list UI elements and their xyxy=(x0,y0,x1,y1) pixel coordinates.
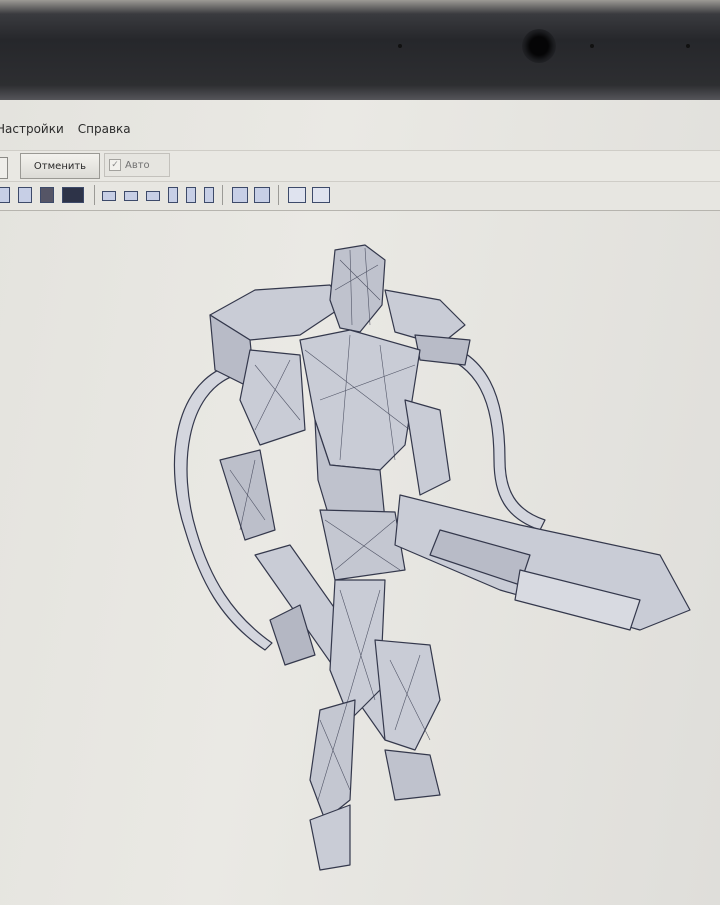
align-middle-icon[interactable] xyxy=(186,187,196,203)
align-top-icon[interactable] xyxy=(168,187,178,203)
toolbar-separator xyxy=(94,185,95,205)
toolbar-button-partial[interactable] xyxy=(0,157,8,179)
robot-wireframe-model xyxy=(173,244,691,871)
new-page-icon[interactable] xyxy=(18,187,32,203)
align-right-icon[interactable] xyxy=(146,191,160,201)
app-window: Настройки Справка Отменить ✓ Авто xyxy=(0,100,720,905)
menu-help[interactable]: Справка xyxy=(78,122,131,144)
toolbar-separator xyxy=(222,185,223,205)
align-center-icon[interactable] xyxy=(124,191,138,201)
group-icon[interactable] xyxy=(232,187,248,203)
model-viewport[interactable] xyxy=(0,212,720,905)
monitor-bezel xyxy=(0,0,720,100)
align-left-icon[interactable] xyxy=(102,191,116,201)
select-all-icon[interactable] xyxy=(312,187,330,203)
webcam xyxy=(522,29,556,63)
save-icon[interactable] xyxy=(40,187,54,203)
toolbar-separator xyxy=(278,185,279,205)
mic-hole xyxy=(398,44,402,48)
menu-bar: Настройки Справка xyxy=(0,122,720,144)
ungroup-icon[interactable] xyxy=(254,187,270,203)
menu-settings[interactable]: Настройки xyxy=(0,122,64,144)
auto-label: Авто xyxy=(125,159,150,171)
page-icon[interactable] xyxy=(0,187,10,203)
mic-hole xyxy=(686,44,690,48)
mic-hole xyxy=(590,44,594,48)
checkmark-icon: ✓ xyxy=(109,159,121,171)
align-bottom-icon[interactable] xyxy=(204,187,214,203)
fit-icon[interactable] xyxy=(288,187,306,203)
main-toolbar: Отменить ✓ Авто xyxy=(0,150,720,182)
cancel-button[interactable]: Отменить xyxy=(20,153,100,179)
print-icon[interactable] xyxy=(62,187,84,203)
auto-checkbox[interactable]: ✓ Авто xyxy=(104,153,170,177)
tools-toolbar xyxy=(0,182,720,211)
